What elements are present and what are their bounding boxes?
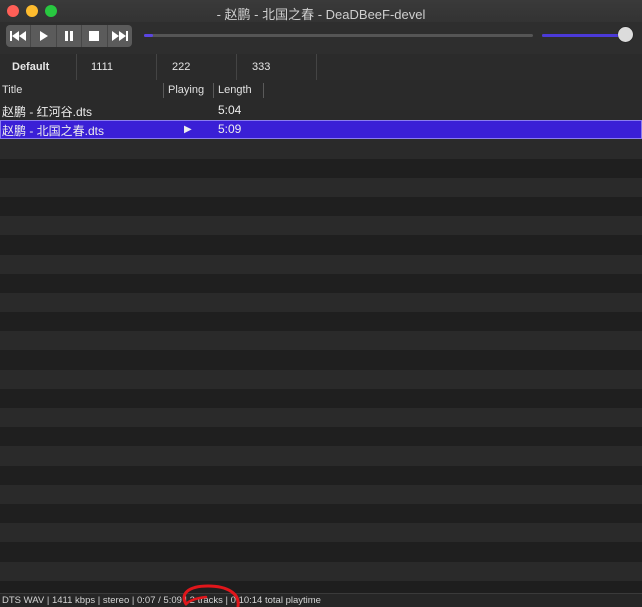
track-title: 赵鹏 - 红河谷.dts [2,105,93,119]
track-length: 5:04 [218,103,242,117]
empty-row[interactable] [0,292,642,313]
title-bar: - 赵鹏 - 北国之春 - DeaDBeeF-devel [0,0,642,22]
column-divider[interactable] [163,83,164,98]
column-header: Title Playing Length [0,80,642,102]
empty-row[interactable] [0,235,642,255]
empty-row[interactable] [0,388,642,408]
playlist-tabs: Default 1111 222 333 [0,54,642,81]
toolbar [0,22,642,55]
next-icon [111,31,128,41]
seek-bar-fill [144,34,153,37]
column-divider[interactable] [263,83,264,98]
empty-row[interactable] [0,177,642,197]
empty-row[interactable] [0,427,642,447]
column-length[interactable]: Length [216,80,262,101]
column-divider[interactable] [213,83,214,98]
window-title: - 赵鹏 - 北国之春 - DeaDBeeF-devel [216,7,426,22]
empty-row[interactable] [0,542,642,562]
seek-bar[interactable] [144,34,533,37]
track-length: 5:09 [218,122,242,137]
playlist[interactable]: 赵鹏 - 红河谷.dts 5:04 赵鹏 - 北国之春.dts ▶ 5:09 [0,101,642,593]
tab-default[interactable]: Default [0,54,77,80]
empty-row[interactable] [0,196,642,217]
pause-button[interactable] [57,25,83,47]
now-playing-icon: ▶ [184,124,192,136]
empty-row[interactable] [0,465,642,485]
volume-slider[interactable] [542,34,626,37]
empty-row[interactable] [0,216,642,236]
track-title: 赵鹏 - 北国之春.dts [2,124,105,139]
previous-icon [10,31,27,41]
tab-333[interactable]: 333 [237,54,317,80]
empty-row[interactable] [0,254,642,274]
play-icon [39,31,48,41]
tab-222[interactable]: 222 [157,54,237,80]
play-button[interactable] [31,25,57,47]
empty-row[interactable] [0,446,642,466]
column-playing[interactable]: Playing [166,80,212,101]
empty-row[interactable] [0,561,642,581]
stop-button[interactable] [82,25,108,47]
tab-1111[interactable]: 1111 [77,54,157,80]
empty-row[interactable] [0,523,642,543]
empty-row[interactable] [0,158,642,178]
empty-row[interactable] [0,350,642,370]
app-window: - 赵鹏 - 北国之春 - DeaDBeeF-devel Default 111… [0,0,642,607]
empty-row[interactable] [0,408,642,428]
empty-row[interactable] [0,331,642,351]
empty-row[interactable] [0,369,642,389]
empty-row[interactable] [0,503,642,524]
empty-row[interactable] [0,312,642,332]
empty-row[interactable] [0,273,642,293]
next-button[interactable] [108,25,132,47]
stop-icon [89,31,100,41]
transport-controls [6,25,132,47]
pause-icon [65,31,74,41]
track-row[interactable]: 赵鹏 - 红河谷.dts 5:04 [0,101,642,121]
empty-row[interactable] [0,484,642,504]
volume-slider-fill [542,34,626,37]
track-row[interactable]: 赵鹏 - 北国之春.dts ▶ 5:09 [0,120,642,140]
volume-slider-knob[interactable] [618,27,633,42]
previous-button[interactable] [6,25,32,47]
empty-row[interactable] [0,139,642,159]
status-bar: DTS WAV | 1411 kbps | stereo | 0:07 / 5:… [0,593,642,607]
column-title[interactable]: Title [0,80,162,101]
